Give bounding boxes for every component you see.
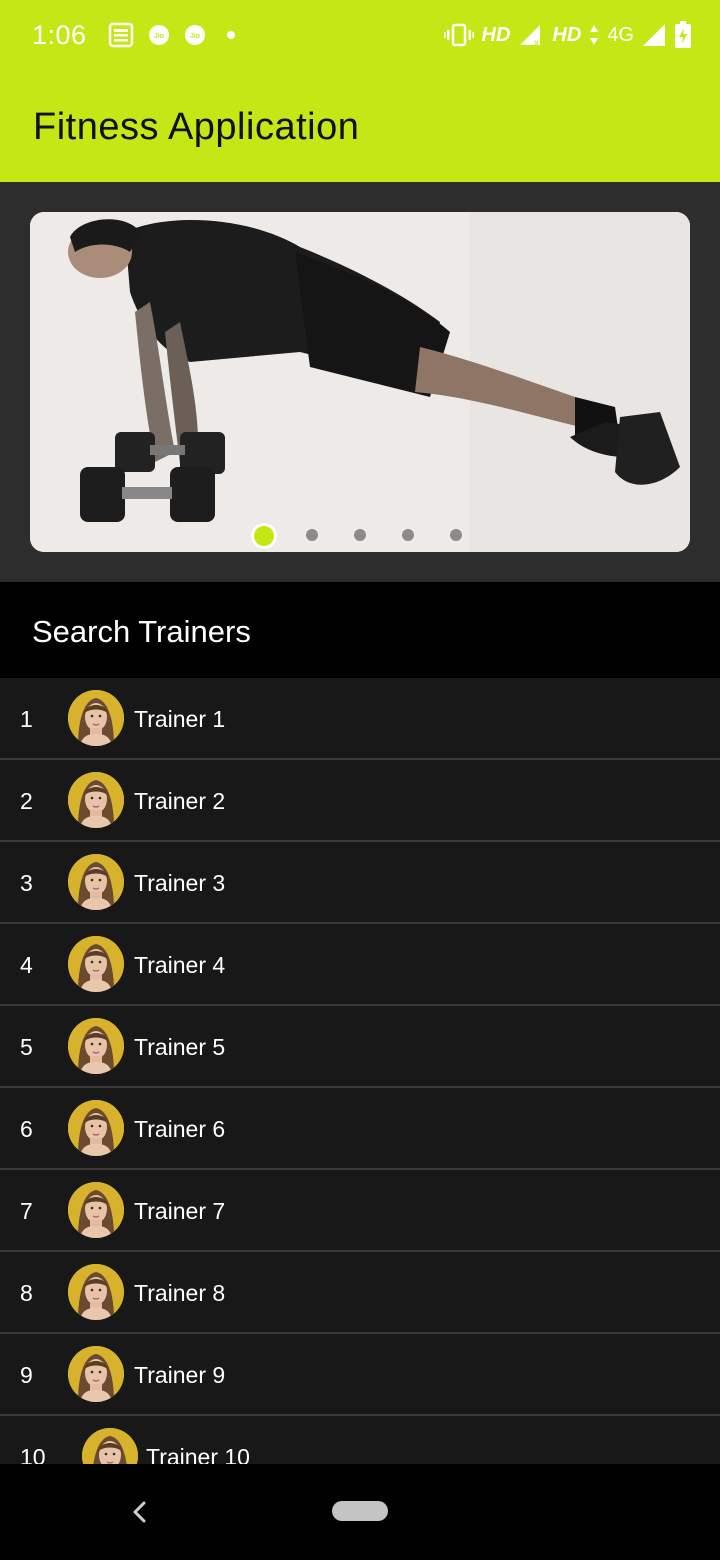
news-icon (108, 22, 134, 48)
trainer-avatar (68, 854, 124, 910)
trainer-name: Trainer 10 (146, 1444, 250, 1464)
trainer-row[interactable]: 3 Trainer 3 (0, 842, 720, 924)
status-notification-icons: Jio Jio (108, 20, 242, 50)
section-title: Search Trainers (32, 614, 251, 649)
trainer-list[interactable]: 1 Trainer 1 2 Trainer 2 3 Trainer 3 4 Trainer 4… (0, 678, 720, 1464)
trainer-row[interactable]: 1 Trainer 1 (0, 678, 720, 760)
trainer-name: Trainer 1 (134, 706, 226, 732)
trainer-number: 10 (20, 1444, 46, 1464)
network-hd-label: HD (552, 23, 582, 46)
battery-charging-icon (675, 21, 691, 48)
trainer-number: 8 (20, 1280, 33, 1306)
trainer-number: 3 (20, 870, 33, 896)
trainer-name: Trainer 9 (134, 1362, 226, 1388)
network-4g-label: 4G (607, 23, 634, 46)
trainer-row[interactable]: 8 Trainer 8 (0, 1252, 720, 1334)
dot-icon (227, 31, 235, 39)
trainer-row[interactable]: 6 Trainer 6 (0, 1088, 720, 1170)
trainer-number: 4 (20, 952, 33, 978)
trainer-number: 5 (20, 1034, 33, 1060)
trainer-name: Trainer 6 (134, 1116, 226, 1142)
data-arrows-icon (590, 25, 599, 45)
workout-image (30, 212, 690, 552)
carousel-dot[interactable] (450, 529, 462, 541)
app-bar: Fitness Application (0, 72, 720, 182)
trainer-row[interactable]: 2 Trainer 2 (0, 760, 720, 842)
network-hd-label: HD (481, 23, 511, 46)
trainer-name: Trainer 2 (134, 788, 226, 814)
trainer-avatar (68, 772, 124, 828)
carousel-dot-active[interactable] (251, 523, 277, 549)
trainer-number: 9 (20, 1362, 33, 1388)
trainer-number: 7 (20, 1198, 33, 1224)
trainer-name: Trainer 3 (134, 870, 226, 896)
status-time: 1:06 (32, 20, 87, 50)
trainer-avatar (68, 1346, 124, 1402)
trainer-avatar (68, 1182, 124, 1238)
chevron-left-icon[interactable] (128, 1498, 152, 1526)
signal-icon: x (520, 25, 541, 47)
trainer-name: Trainer 8 (134, 1280, 226, 1306)
status-bar: 1:06 Jio Jio HD x HD 4G (0, 0, 720, 72)
trainer-avatar (68, 1100, 124, 1156)
trainer-avatar (68, 1264, 124, 1320)
trainer-name: Trainer 5 (134, 1034, 226, 1060)
trainer-name: Trainer 4 (134, 952, 226, 978)
signal-icon (643, 24, 665, 46)
carousel-dot[interactable] (306, 529, 318, 541)
vibrate-icon (443, 23, 474, 47)
svg-text:x: x (534, 38, 539, 47)
trainer-name: Trainer 7 (134, 1198, 226, 1224)
jio-icon: Jio (149, 25, 169, 45)
trainer-row[interactable]: 4 Trainer 4 (0, 924, 720, 1006)
trainer-avatar (82, 1428, 138, 1464)
trainer-row[interactable]: 9 Trainer 9 (0, 1334, 720, 1416)
home-pill-icon[interactable] (332, 1501, 388, 1521)
trainer-row[interactable]: 10 Trainer 10 (0, 1416, 720, 1464)
status-system-icons: HD x HD 4G (443, 18, 692, 52)
app-title: Fitness Application (33, 106, 360, 148)
trainer-avatar (68, 936, 124, 992)
svg-text:Jio: Jio (154, 33, 164, 40)
trainer-row[interactable]: 5 Trainer 5 (0, 1006, 720, 1088)
carousel-indicator (30, 520, 690, 550)
carousel-dot[interactable] (354, 529, 366, 541)
carousel-slide[interactable] (30, 212, 690, 552)
svg-text:Jio: Jio (190, 33, 200, 40)
carousel-dot[interactable] (402, 529, 414, 541)
trainers-section-header: Search Trainers (0, 582, 720, 678)
trainer-avatar (68, 690, 124, 746)
jio-icon: Jio (185, 25, 205, 45)
trainer-number: 2 (20, 788, 33, 814)
carousel-section (0, 182, 720, 582)
trainer-avatar (68, 1018, 124, 1074)
trainer-number: 1 (20, 706, 33, 732)
trainer-number: 6 (20, 1116, 33, 1142)
trainer-row[interactable]: 7 Trainer 7 (0, 1170, 720, 1252)
